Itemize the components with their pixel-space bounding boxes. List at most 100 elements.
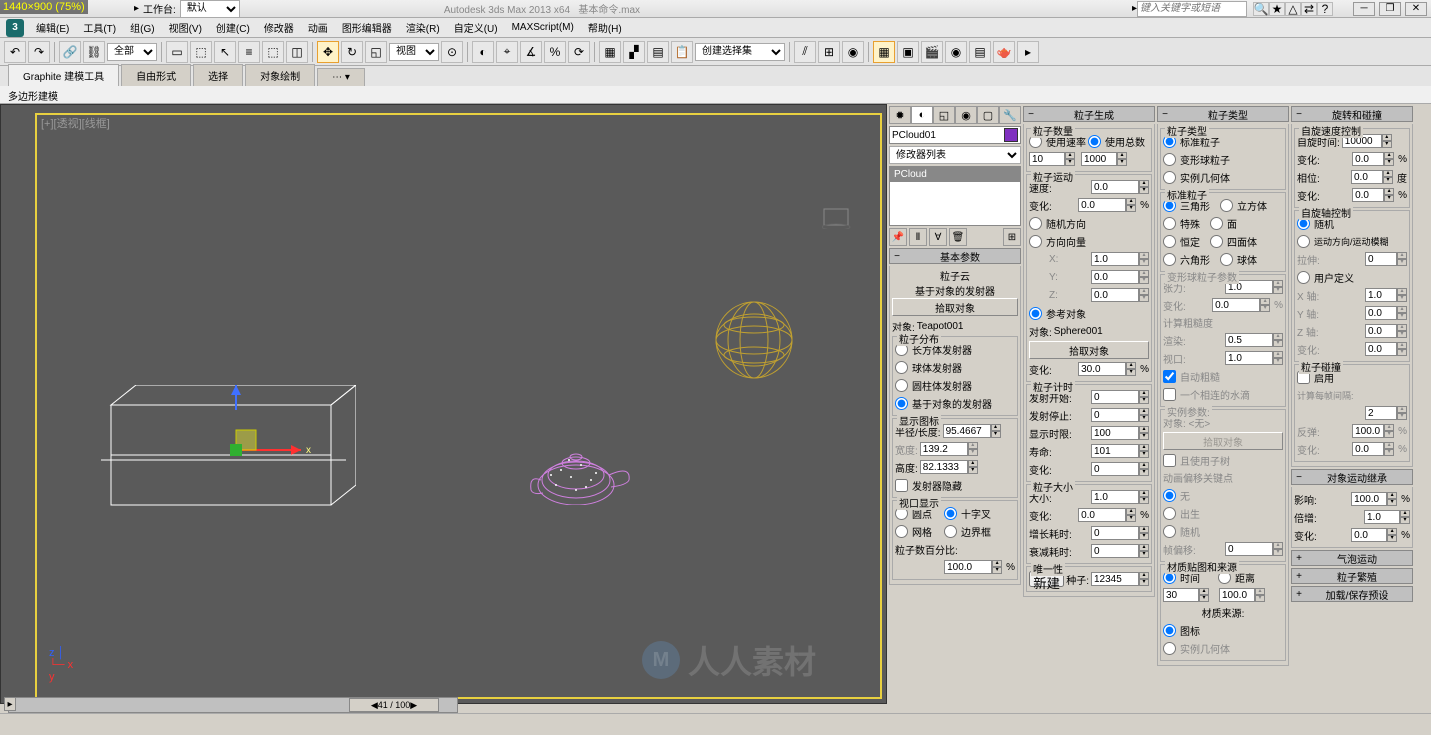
named-sel-icon[interactable]: ▦ <box>599 41 621 63</box>
emstart-input[interactable] <box>1091 390 1139 404</box>
menu-customize[interactable]: 自定义(U) <box>448 18 504 37</box>
std-tetra-radio[interactable] <box>1210 235 1223 248</box>
menu-edit[interactable]: 编辑(E) <box>30 18 75 37</box>
pivot-icon[interactable]: ⊙ <box>441 41 463 63</box>
select-icon[interactable]: ▭ <box>166 41 188 63</box>
dist-cyl-radio[interactable] <box>895 379 908 392</box>
speedvar-input[interactable] <box>1078 198 1126 212</box>
render-prod-icon[interactable]: 🎬 <box>921 41 943 63</box>
ref-obj-radio[interactable] <box>1029 307 1042 320</box>
region-icon[interactable]: ⬚ <box>262 41 284 63</box>
dispuntil-input[interactable] <box>1091 426 1139 440</box>
vp-mesh-radio[interactable] <box>895 525 908 538</box>
expand-trackbar-icon[interactable]: ▸ <box>4 697 16 711</box>
configure-icon[interactable]: ⊞ <box>1003 228 1021 246</box>
menu-render[interactable]: 渲染(R) <box>400 18 446 37</box>
modifier-stack[interactable]: PCloud <box>889 166 1021 226</box>
spinvar1-input[interactable] <box>1352 152 1384 166</box>
menu-tools[interactable]: 工具(T) <box>77 18 122 37</box>
time-slider[interactable]: ◀ 41 / 100 ▶ <box>8 697 458 713</box>
remove-mod-icon[interactable]: 🗑 <box>949 228 967 246</box>
emstop-input[interactable] <box>1091 408 1139 422</box>
vp-bbox-radio[interactable] <box>944 525 957 538</box>
type-meta-radio[interactable] <box>1163 153 1176 166</box>
minimize-button[interactable]: ─ <box>1353 2 1375 16</box>
dir-vec-radio[interactable] <box>1029 235 1042 248</box>
render-icon[interactable]: 🫖 <box>993 41 1015 63</box>
move-icon[interactable]: ✥ <box>317 41 339 63</box>
create-tab-icon[interactable]: ✹ <box>889 106 911 124</box>
filter-dropdown[interactable]: 全部 <box>107 43 157 61</box>
display-tab-icon[interactable]: ▢ <box>977 106 999 124</box>
modifier-list-dropdown[interactable]: 修改器列表 <box>889 146 1021 164</box>
select-name-icon[interactable]: ≡ <box>238 41 260 63</box>
dir-rand-radio[interactable] <box>1029 217 1042 230</box>
fav-icon[interactable]: ★ <box>1269 2 1285 16</box>
hierarchy-tab-icon[interactable]: ◱ <box>933 106 955 124</box>
layer-icon[interactable]: 📋 <box>671 41 693 63</box>
seed-input[interactable] <box>1091 572 1139 586</box>
vp-cross-radio[interactable] <box>944 507 957 520</box>
window-icon[interactable]: ◫ <box>286 41 308 63</box>
phase-input[interactable] <box>1351 170 1383 184</box>
asnap-icon[interactable]: ∡ <box>520 41 542 63</box>
fade-input[interactable] <box>1091 544 1139 558</box>
render-iter-icon[interactable]: ◉ <box>945 41 967 63</box>
var2-input[interactable] <box>1078 362 1126 376</box>
qty2-input[interactable] <box>1081 152 1117 166</box>
sizevar-input[interactable] <box>1078 508 1126 522</box>
matsrc-icon-radio[interactable] <box>1163 624 1176 637</box>
restore-button[interactable]: ❐ <box>1379 2 1401 16</box>
unlink-icon[interactable]: ⛓ <box>83 41 105 63</box>
redo-icon[interactable]: ↷ <box>28 41 50 63</box>
selset-dropdown[interactable]: 创建选择集 <box>695 43 785 61</box>
qty1-input[interactable] <box>1029 152 1065 166</box>
show-result-icon[interactable]: Ⅱ <box>909 228 927 246</box>
link-icon[interactable]: 🔗 <box>59 41 81 63</box>
render-setup-icon[interactable]: ▦ <box>873 41 895 63</box>
help-search-input[interactable] <box>1137 1 1247 17</box>
manip-icon[interactable]: ◐ <box>472 41 494 63</box>
std-spec-radio[interactable] <box>1163 217 1176 230</box>
rollout-gen-header[interactable]: −粒子生成 <box>1023 106 1155 122</box>
rollout-inherit-header[interactable]: −对象运动继承 <box>1291 469 1413 485</box>
schematic-icon[interactable]: ⊞ <box>818 41 840 63</box>
rollout-ptype-header[interactable]: −粒子类型 <box>1157 106 1289 122</box>
search-icon[interactable]: 🔍 <box>1253 2 1269 16</box>
exchange-icon[interactable]: ⇄ <box>1301 2 1317 16</box>
menu-graph[interactable]: 图形编辑器 <box>336 18 398 37</box>
refcoord-dropdown[interactable]: 视图 <box>389 43 439 61</box>
rotate-icon[interactable]: ↻ <box>341 41 363 63</box>
undo-icon[interactable]: ↶ <box>4 41 26 63</box>
axis-motion-radio[interactable] <box>1297 235 1310 248</box>
select-obj-icon[interactable]: ⬚ <box>190 41 212 63</box>
pct-input[interactable] <box>944 560 992 574</box>
tab-more[interactable]: ⋯ ▾ <box>317 68 365 86</box>
rollout-bubble-header[interactable]: +气泡运动 <box>1291 550 1413 566</box>
tab-freeform[interactable]: 自由形式 <box>121 64 191 86</box>
one-meta-check[interactable] <box>1163 388 1176 401</box>
curve-ed-icon[interactable]: ⫽ <box>794 41 816 63</box>
std-const-radio[interactable] <box>1163 235 1176 248</box>
psnap-icon[interactable]: % <box>544 41 566 63</box>
pin-stack-icon[interactable]: 📌 <box>889 228 907 246</box>
mirror-icon[interactable]: ▞ <box>623 41 645 63</box>
rendered-frame-icon[interactable]: ▣ <box>897 41 919 63</box>
type-inst-radio[interactable] <box>1163 171 1176 184</box>
render-last-icon[interactable]: ▸ <box>1017 41 1039 63</box>
grow-input[interactable] <box>1091 526 1139 540</box>
pick-object-button[interactable]: 拾取对象 <box>892 298 1018 316</box>
close-button[interactable]: ✕ <box>1405 2 1427 16</box>
ribbon-subtab[interactable]: 多边形建模 <box>0 86 1431 104</box>
tab-graphite[interactable]: Graphite 建模工具 <box>8 64 119 86</box>
std-sphere-radio[interactable] <box>1220 253 1233 266</box>
life-input[interactable] <box>1091 444 1139 458</box>
gen-pick-button[interactable]: 拾取对象 <box>1029 341 1149 359</box>
inh-affect-input[interactable] <box>1351 492 1387 506</box>
hide-emitter-check[interactable] <box>895 479 908 492</box>
a360-icon[interactable]: △ <box>1285 2 1301 16</box>
utility-tab-icon[interactable]: 🔧 <box>999 106 1021 124</box>
tab-selection[interactable]: 选择 <box>193 64 243 86</box>
menu-group[interactable]: 组(G) <box>124 18 160 37</box>
motion-tab-icon[interactable]: ◉ <box>955 106 977 124</box>
